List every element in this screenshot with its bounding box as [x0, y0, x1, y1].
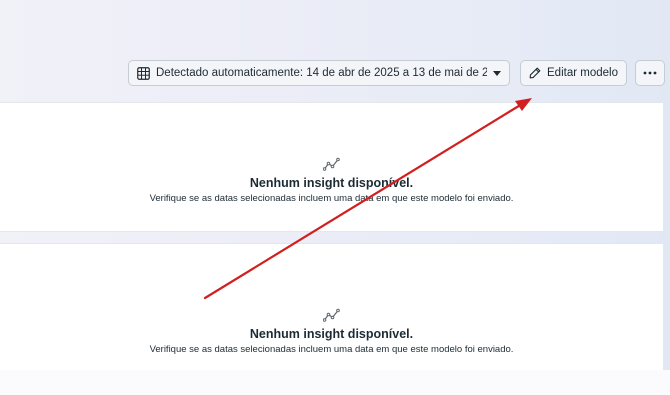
- toolbar: Detectado automaticamente: 14 de abr de …: [0, 60, 670, 88]
- pencil-icon: [529, 67, 541, 79]
- empty-state-title: Nenhum insight disponível.: [249, 176, 414, 190]
- empty-state-description: Verifique se as datas selecionadas inclu…: [149, 344, 514, 355]
- date-range-label: Detectado automaticamente: 14 de abr de …: [156, 67, 487, 79]
- line-graph-icon: [322, 157, 340, 171]
- calendar-grid-icon: [137, 66, 150, 80]
- edit-template-button[interactable]: Editar modelo: [520, 60, 627, 86]
- line-graph-icon: [322, 308, 340, 322]
- page-footer-area: [0, 370, 670, 395]
- more-dots-icon: [643, 71, 657, 75]
- date-range-picker[interactable]: Detectado automaticamente: 14 de abr de …: [128, 60, 510, 86]
- caret-down-icon: [493, 70, 501, 76]
- insight-card: Nenhum insight disponível. Verifique se …: [0, 243, 663, 372]
- more-options-button[interactable]: [635, 60, 665, 86]
- edit-template-label: Editar modelo: [547, 67, 618, 79]
- insight-card: Nenhum insight disponível. Verifique se …: [0, 102, 663, 232]
- empty-state-description: Verifique se as datas selecionadas inclu…: [149, 193, 514, 204]
- empty-state-title: Nenhum insight disponível.: [249, 327, 414, 341]
